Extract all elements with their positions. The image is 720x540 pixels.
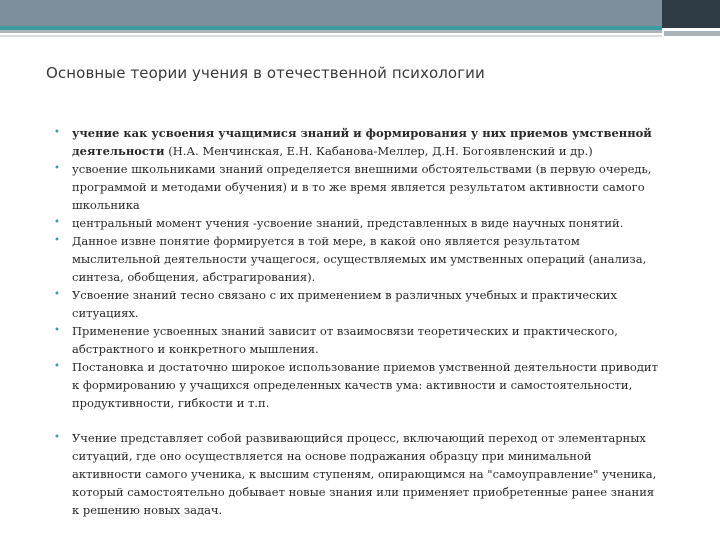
bullet-icon: • [54,325,60,336]
item-text: Постановка и достаточно широкое использо… [72,360,658,410]
list-item: • Учение представляет собой развивающийс… [50,429,662,519]
list-item: • Постановка и достаточно широкое исполь… [50,358,662,412]
bullet-icon: • [54,217,60,228]
item-text: (Н.А. Менчинская, Е.Н. Кабанова-Меллер, … [164,144,593,158]
bullet-icon: • [54,289,60,300]
item-text: Данное извне понятие формируется в той м… [72,234,647,284]
item-text: Усвоение знаний тесно связано с их приме… [72,288,617,320]
item-text: усвоение школьниками знаний определяется… [72,162,652,212]
header-light-stripe [0,35,662,37]
header-tick [664,31,720,36]
list-item: • учение как усвоения учащимися знаний и… [50,124,662,160]
item-text: Применение усвоенных знаний зависит от в… [72,324,618,356]
bullet-icon: • [54,361,60,372]
item-text: центральный момент учения -усвоение знан… [72,216,624,230]
bullet-icon: • [54,235,60,246]
list-item: • центральный момент учения -усвоение зн… [50,214,662,232]
list-item: • Усвоение знаний тесно связано с их при… [50,286,662,322]
header-bar [0,0,662,28]
bullet-icon: • [54,432,60,443]
bullet-icon: • [54,163,60,174]
bullet-icon: • [54,127,60,138]
list-item: • Применение усвоенных знаний зависит от… [50,322,662,358]
list-item: • усвоение школьниками знаний определяет… [50,160,662,214]
header-dark-block [662,0,720,28]
slide-title: Основные теории учения в отечественной п… [46,64,485,82]
list-item: • Данное извне понятие формируется в той… [50,232,662,286]
header-grey-stripe [0,30,662,33]
item-text: Учение представляет собой развивающийся … [72,431,657,517]
bullet-list: • учение как усвоения учащимися знаний и… [50,124,662,519]
